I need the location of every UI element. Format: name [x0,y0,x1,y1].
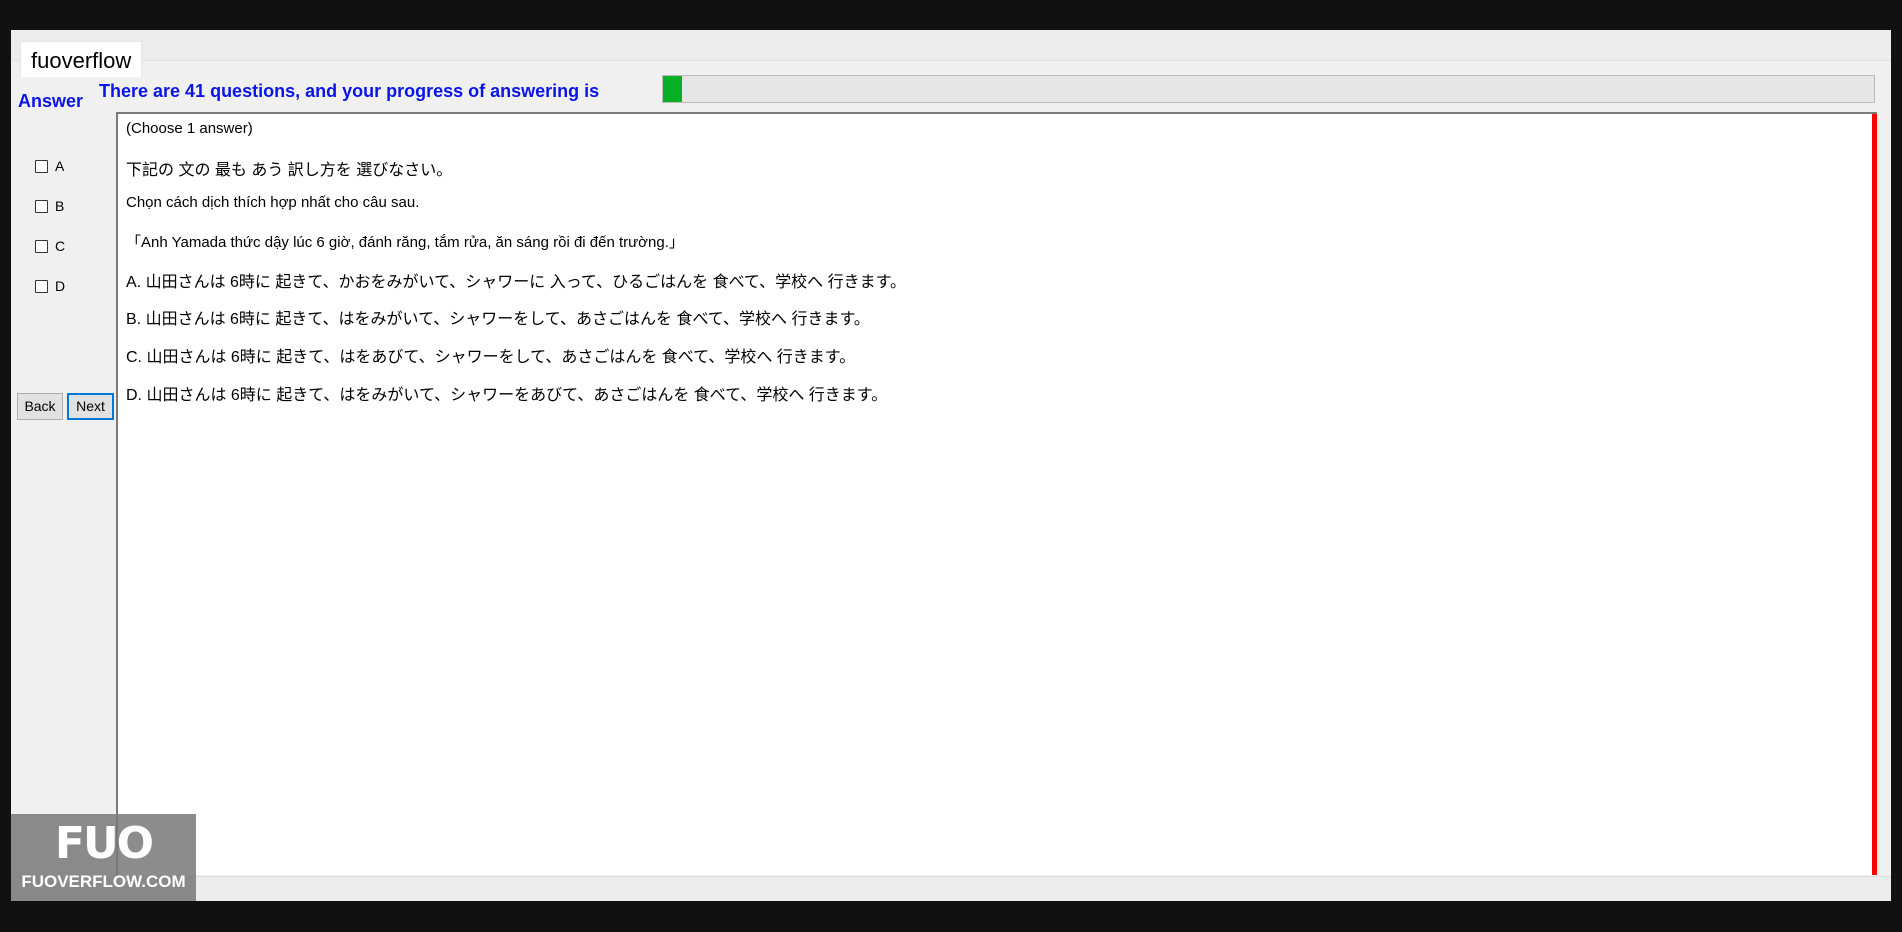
choice-c-text: C. 山田さんは 6時に 起きて、はをあびて、シャワーをして、あさごはんを 食べ… [126,349,856,366]
answer-option-d-label: D [55,278,66,294]
checkbox-b[interactable] [35,199,48,213]
progress-label: There are 41 questions, and your progres… [99,81,600,101]
choice-b-text: B. 山田さんは 6時に 起きて、はをみがいて、シャワーをして、あさごはんを 食… [126,311,870,328]
question-instruction: (Choose 1 answer) [126,120,253,137]
checkbox-d[interactable] [35,279,48,293]
choice-a-text: A. 山田さんは 6時に 起きて、かおをみがいて、シャワーに 入って、ひるごはん… [126,274,906,291]
progress-bar [662,75,1875,103]
bottom-strip [11,876,1891,901]
answer-option-b-label: B [55,198,65,214]
fuo-logo-mark: FUO [54,818,154,869]
answer-option-d[interactable]: D [35,276,65,296]
choice-d-text: D. 山田さんは 6時に 起きて、はをみがいて、シャワーをあびて、あさごはんを … [126,387,888,404]
answer-option-a[interactable]: A [35,156,64,176]
next-button[interactable]: Next [67,393,114,420]
back-button[interactable]: Back [17,393,63,420]
progress-fill [663,76,683,102]
answer-heading: Answer [18,91,84,111]
quiz-window: fuoverflow (Choose 1 answer) 下記の 文の 最も あ… [11,30,1891,901]
fuoverflow-watermark-logo: FUO FUOVERFLOW.COM [11,814,196,901]
question-prompt-jp: 下記の 文の 最も あう 訳し方を 選びなさい。 [126,162,453,179]
answer-option-a-label: A [55,158,65,174]
question-panel[interactable]: (Choose 1 answer) 下記の 文の 最も あう 訳し方を 選びなさ… [116,112,1877,875]
answer-option-b[interactable]: B [35,196,64,216]
fuo-logo-url: FUOVERFLOW.COM [21,872,186,891]
answer-option-c-label: C [55,238,66,254]
question-sentence: 「Anh Yamada thức dậy lúc 6 giờ, đánh răn… [126,234,684,251]
scroll-marker [1872,114,1877,875]
checkbox-a[interactable] [35,159,48,173]
checkbox-c[interactable] [35,239,48,253]
answer-option-c[interactable]: C [35,236,65,256]
tab-fuoverflow[interactable]: fuoverflow [20,41,143,77]
tab-strip [11,30,1891,61]
question-prompt-vi: Chọn cách dịch thích hợp nhất cho câu sa… [126,194,420,211]
